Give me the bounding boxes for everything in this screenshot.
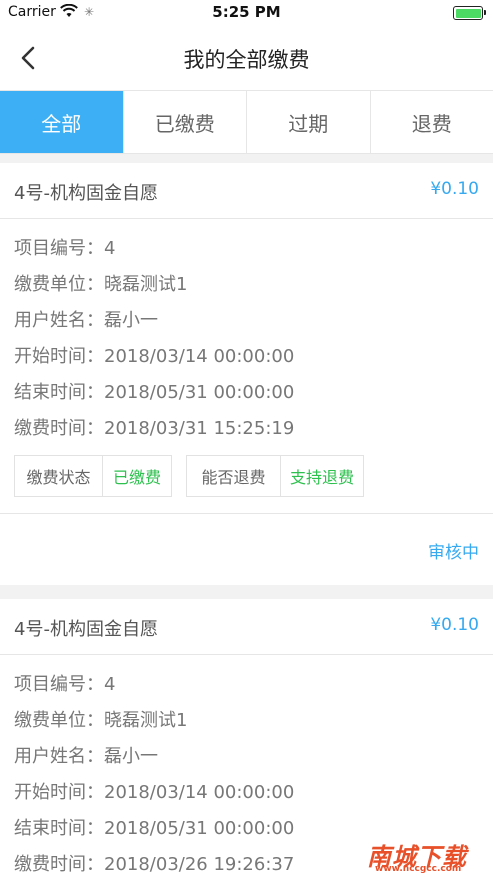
site-watermark-logo: 南城下载 www.nccgcc.com xyxy=(367,837,485,874)
project-name: 4号-机构固金自愿 xyxy=(14,619,158,640)
detail-value: 磊小一 xyxy=(104,310,158,331)
detail-label: 结束时间： xyxy=(14,382,104,403)
detail-list: 项目编号：4 缴费单位：晓磊测试1 用户姓名：磊小一 开始时间：2018/03/… xyxy=(0,219,493,447)
payment-card[interactable]: 4号-机构固金自愿 ¥0.10 项目编号：4 缴费单位：晓磊测试1 用户姓名：磊… xyxy=(0,163,493,585)
detail-label: 项目编号： xyxy=(14,674,104,695)
detail-value: 晓磊测试1 xyxy=(104,274,188,295)
detail-row: 开始时间：2018/03/14 00:00:00 xyxy=(0,339,493,375)
payment-status-tag: 缴费状态 已缴费 xyxy=(14,455,172,497)
watermark-url: www.nccgcc.com xyxy=(375,864,462,874)
detail-row: 项目编号：4 xyxy=(0,667,493,703)
detail-row: 缴费单位：晓磊测试1 xyxy=(0,703,493,739)
detail-value: 4 xyxy=(104,674,116,695)
refund-status-label: 能否退费 xyxy=(187,456,281,496)
detail-row: 项目编号：4 xyxy=(0,231,493,267)
status-bar: Carrier ✳ 5:25 PM xyxy=(0,0,493,28)
detail-label: 开始时间： xyxy=(14,782,104,803)
refund-status-value: 支持退费 xyxy=(289,468,354,487)
detail-label: 项目编号： xyxy=(14,238,104,259)
payment-status-label: 缴费状态 xyxy=(15,456,103,496)
refund-status-tag: 能否退费 支持退费 xyxy=(186,455,364,497)
audit-status: 审核中 xyxy=(428,543,479,563)
detail-value: 4 xyxy=(104,238,116,259)
detail-value: 2018/03/14 00:00:00 xyxy=(104,782,295,803)
tab-all[interactable]: 全部 xyxy=(0,91,123,153)
detail-row: 缴费时间：2018/03/31 15:25:19 xyxy=(0,411,493,447)
detail-row: 结束时间：2018/05/31 00:00:00 xyxy=(0,375,493,411)
filter-tabs: 全部 已缴费 过期 退费 xyxy=(0,90,493,154)
detail-label: 缴费时间： xyxy=(14,418,104,439)
detail-label: 缴费时间： xyxy=(14,854,104,875)
detail-label: 用户姓名： xyxy=(14,746,104,767)
tab-expired[interactable]: 过期 xyxy=(246,91,370,153)
detail-label: 缴费单位： xyxy=(14,274,104,295)
tab-paid[interactable]: 已缴费 xyxy=(122,91,247,153)
tab-refund[interactable]: 退费 xyxy=(369,91,493,153)
price: ¥0.10 xyxy=(430,179,479,199)
detail-label: 结束时间： xyxy=(14,818,104,839)
page-title: 我的全部缴费 xyxy=(183,48,310,72)
price: ¥0.10 xyxy=(430,615,479,635)
detail-label: 缴费单位： xyxy=(14,710,104,731)
payment-status-value: 已缴费 xyxy=(112,468,161,487)
detail-value: 2018/03/31 15:25:19 xyxy=(104,418,295,439)
card-header: 4号-机构固金自愿 ¥0.10 xyxy=(0,599,493,655)
card-footer: 审核中 xyxy=(0,513,493,585)
detail-value: 2018/05/31 00:00:00 xyxy=(104,382,295,403)
navigation-bar: 我的全部缴费 xyxy=(0,28,493,90)
detail-row: 开始时间：2018/03/14 00:00:00 xyxy=(0,775,493,811)
battery-icon xyxy=(453,6,486,20)
detail-label: 开始时间： xyxy=(14,346,104,367)
detail-value: 磊小一 xyxy=(104,746,158,767)
detail-row: 缴费单位：晓磊测试1 xyxy=(0,267,493,303)
tag-row: 缴费状态 已缴费 能否退费 支持退费 xyxy=(0,451,493,507)
detail-value: 2018/03/26 19:26:37 xyxy=(104,854,295,875)
project-name: 4号-机构固金自愿 xyxy=(14,183,158,204)
detail-row: 用户姓名：磊小一 xyxy=(0,739,493,775)
detail-value: 晓磊测试1 xyxy=(104,710,188,731)
status-time: 5:25 PM xyxy=(212,3,281,21)
detail-value: 2018/05/31 00:00:00 xyxy=(104,818,295,839)
detail-row: 用户姓名：磊小一 xyxy=(0,303,493,339)
card-header: 4号-机构固金自愿 ¥0.10 xyxy=(0,163,493,219)
detail-value: 2018/03/14 00:00:00 xyxy=(104,346,295,367)
detail-label: 用户姓名： xyxy=(14,310,104,331)
